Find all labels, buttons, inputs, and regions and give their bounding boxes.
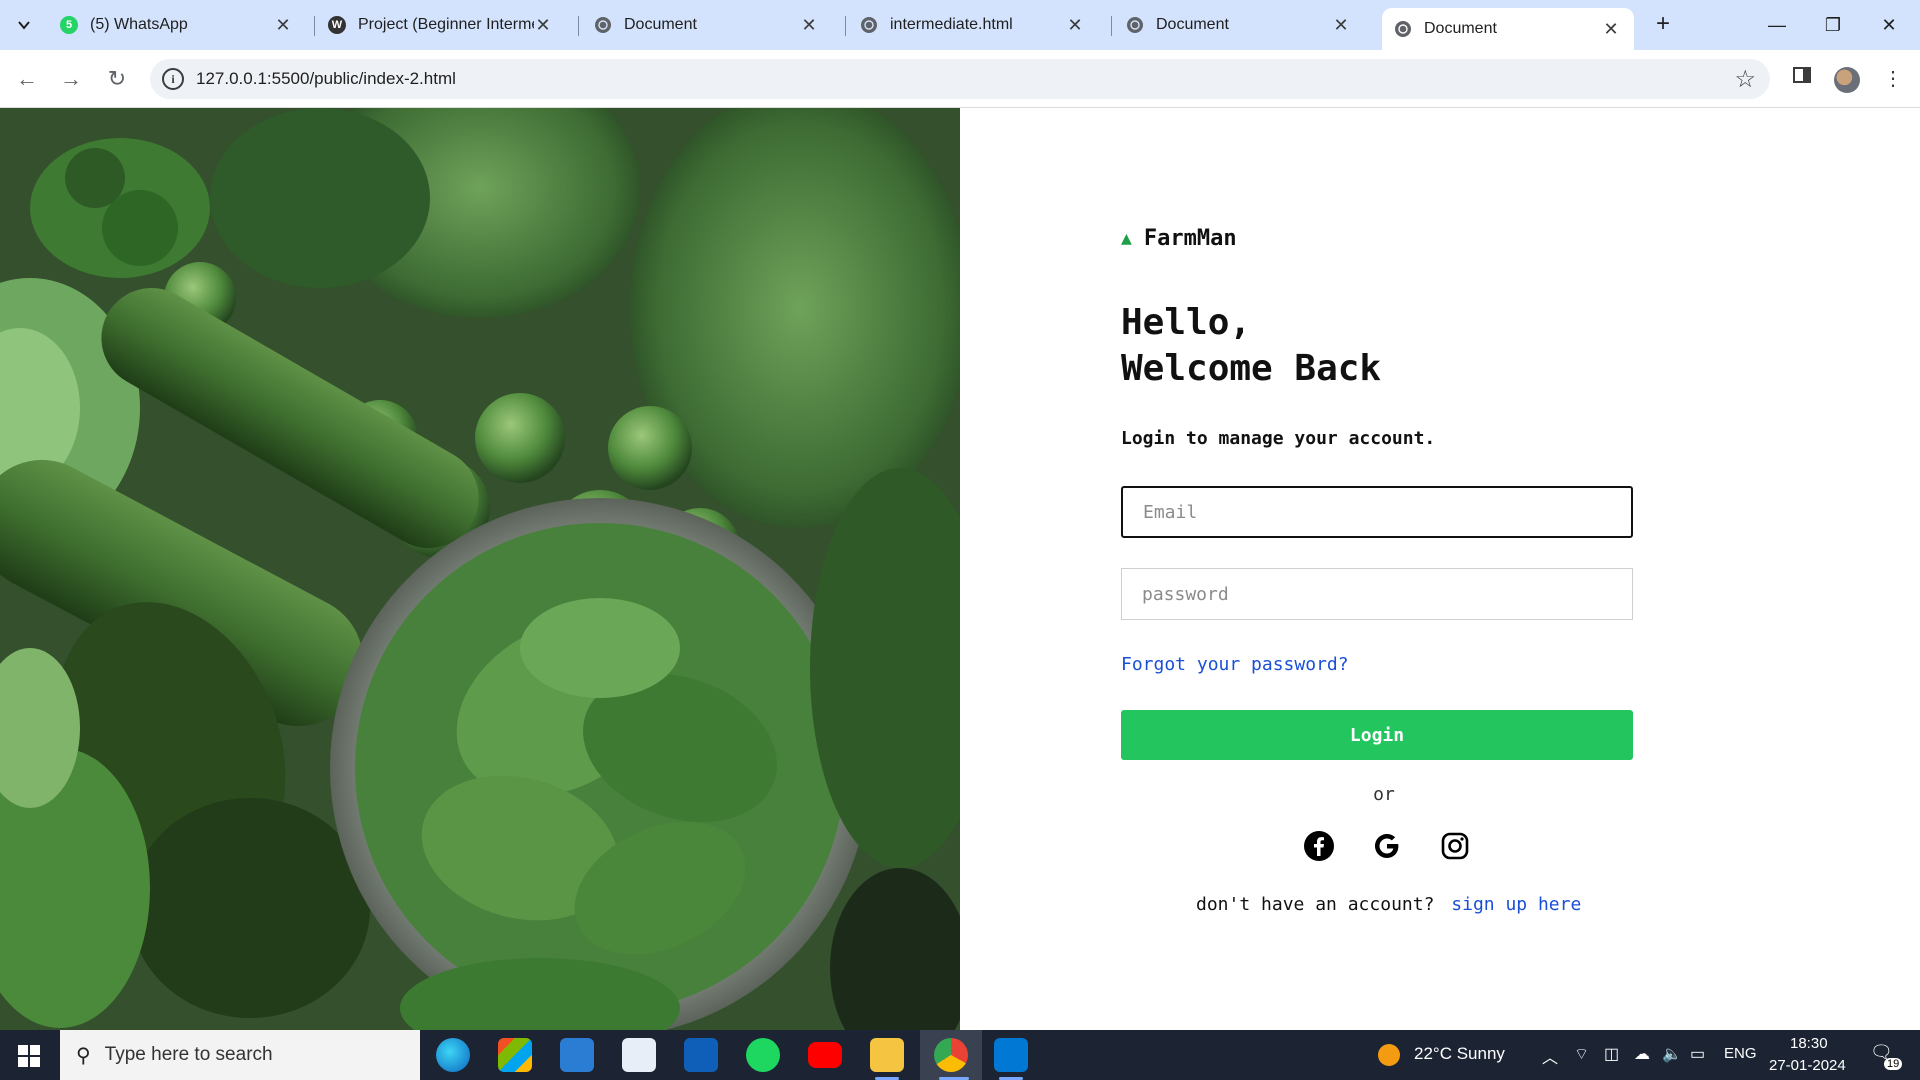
clock-date[interactable]: 27-01-2024: [1769, 1057, 1846, 1074]
tab-intermediate[interactable]: intermediate.html ✕: [848, 8, 1098, 42]
windows-start-icon[interactable]: [18, 1045, 40, 1067]
new-tab-plus-icon[interactable]: +: [1650, 12, 1676, 38]
tab-separator: [578, 16, 579, 36]
browser-tab-strip: 5 (5) WhatsApp ✕ W Project (Beginner Int…: [0, 0, 1920, 50]
youtube-icon[interactable]: [808, 1042, 842, 1068]
instagram-icon[interactable]: [1439, 830, 1471, 862]
meet-now-icon[interactable]: ◫: [1604, 1044, 1619, 1064]
app-window-icon[interactable]: [684, 1038, 718, 1072]
bookmark-star-icon[interactable]: ☆: [1734, 65, 1756, 94]
google-icon[interactable]: [1371, 830, 1403, 862]
site-info-icon[interactable]: i: [162, 68, 184, 90]
or-divider-text: or: [1373, 784, 1395, 805]
close-tab-icon[interactable]: ✕: [274, 15, 292, 36]
notification-count-badge: 19: [1884, 1058, 1903, 1070]
brand-logo[interactable]: ▲ FarmMan: [1121, 226, 1237, 251]
globe-icon: [860, 16, 878, 34]
close-tab-icon[interactable]: ✕: [1332, 15, 1350, 36]
clock-time[interactable]: 18:30: [1790, 1035, 1828, 1052]
microsoft-store-icon[interactable]: [498, 1038, 532, 1072]
close-tab-icon[interactable]: ✕: [534, 15, 552, 36]
taskbar-search-box[interactable]: ⚲ Type here to search: [60, 1030, 420, 1080]
restore-window-icon[interactable]: ❐: [1810, 10, 1856, 40]
whatsapp-icon: 5: [60, 16, 78, 34]
page-content: ▲ FarmMan Hello, Welcome Back Login to m…: [0, 108, 1920, 1030]
minimize-window-icon[interactable]: —: [1754, 10, 1800, 40]
login-subtitle: Login to manage your account.: [1121, 428, 1436, 449]
battery-icon[interactable]: ▭: [1690, 1044, 1705, 1064]
heading-line-1: Hello,: [1121, 302, 1252, 343]
wordpress-icon: W: [328, 16, 346, 34]
spotify-icon[interactable]: [746, 1038, 780, 1072]
document-app-icon[interactable]: [622, 1038, 656, 1072]
vscode-icon[interactable]: [994, 1038, 1028, 1072]
network-icon[interactable]: ⌔: [1574, 1044, 1589, 1064]
tab-project[interactable]: W Project (Beginner Intermed ✕: [316, 8, 566, 42]
file-explorer-icon[interactable]: [870, 1038, 904, 1072]
email-field[interactable]: [1121, 486, 1633, 538]
brand-name: FarmMan: [1143, 226, 1237, 251]
close-tab-icon[interactable]: ✕: [1066, 15, 1084, 36]
tab-document-active[interactable]: Document ✕: [1382, 8, 1634, 50]
search-icon: ⚲: [76, 1044, 91, 1067]
forgot-password-link[interactable]: Forgot your password?: [1121, 654, 1349, 675]
globe-icon: [1394, 20, 1412, 38]
cloud-icon[interactable]: ☁: [1634, 1044, 1650, 1064]
password-field[interactable]: [1121, 568, 1633, 620]
vegetables-hero-image: [0, 108, 960, 1030]
globe-icon: [1126, 16, 1144, 34]
windows-taskbar: ⚲ Type here to search 22°C Sunny ︿ ⌔ ◫ ☁…: [0, 1030, 1920, 1080]
tab-document-2[interactable]: Document ✕: [1114, 8, 1364, 42]
volume-icon[interactable]: 🔈: [1662, 1044, 1682, 1064]
language-indicator[interactable]: ENG: [1724, 1045, 1757, 1062]
chrome-icon[interactable]: [934, 1038, 968, 1072]
side-panel-icon[interactable]: [1787, 64, 1817, 94]
facebook-icon[interactable]: [1303, 830, 1335, 862]
edge-icon[interactable]: [436, 1038, 470, 1072]
globe-icon: [594, 16, 612, 34]
triangle-logo-icon: ▲: [1121, 228, 1132, 249]
tab-separator: [1111, 16, 1112, 36]
close-window-icon[interactable]: ✕: [1866, 10, 1912, 40]
address-bar-url[interactable]: 127.0.0.1:5500/public/index-2.html: [196, 69, 456, 89]
tab-separator: [845, 16, 846, 36]
tab-document-1[interactable]: Document ✕: [582, 8, 832, 42]
weather-sun-icon[interactable]: [1378, 1044, 1400, 1066]
reload-icon[interactable]: ↻: [102, 64, 132, 94]
show-hidden-icons-chevron-icon[interactable]: ︿: [1542, 1044, 1558, 1068]
weather-text[interactable]: 22°C Sunny: [1414, 1044, 1505, 1064]
login-button[interactable]: Login: [1121, 710, 1633, 760]
browser-menu-icon[interactable]: ⋮: [1878, 64, 1908, 94]
address-bar[interactable]: i 127.0.0.1:5500/public/index-2.html ☆: [150, 59, 1770, 99]
close-tab-icon[interactable]: ✕: [800, 15, 818, 36]
signup-link[interactable]: sign up here: [1451, 894, 1581, 915]
mail-icon[interactable]: [560, 1038, 594, 1072]
taskbar-search-placeholder: Type here to search: [104, 1044, 273, 1065]
back-arrow-icon[interactable]: ←: [12, 64, 42, 94]
heading-line-2: Welcome Back: [1121, 348, 1382, 389]
signup-row: don't have an account? sign up here: [1196, 894, 1581, 915]
close-tab-icon[interactable]: ✕: [1602, 19, 1620, 40]
forward-arrow-icon[interactable]: →: [56, 64, 86, 94]
tab-whatsapp[interactable]: 5 (5) WhatsApp ✕: [48, 8, 306, 42]
tab-search-chevron-icon[interactable]: [8, 9, 40, 41]
tab-separator: [314, 16, 315, 36]
page-title: Hello, Welcome Back: [1121, 300, 1381, 392]
signup-prompt: don't have an account?: [1196, 894, 1435, 915]
browser-toolbar: ← → ↻ i 127.0.0.1:5500/public/index-2.ht…: [0, 50, 1920, 108]
profile-avatar[interactable]: [1834, 67, 1860, 93]
